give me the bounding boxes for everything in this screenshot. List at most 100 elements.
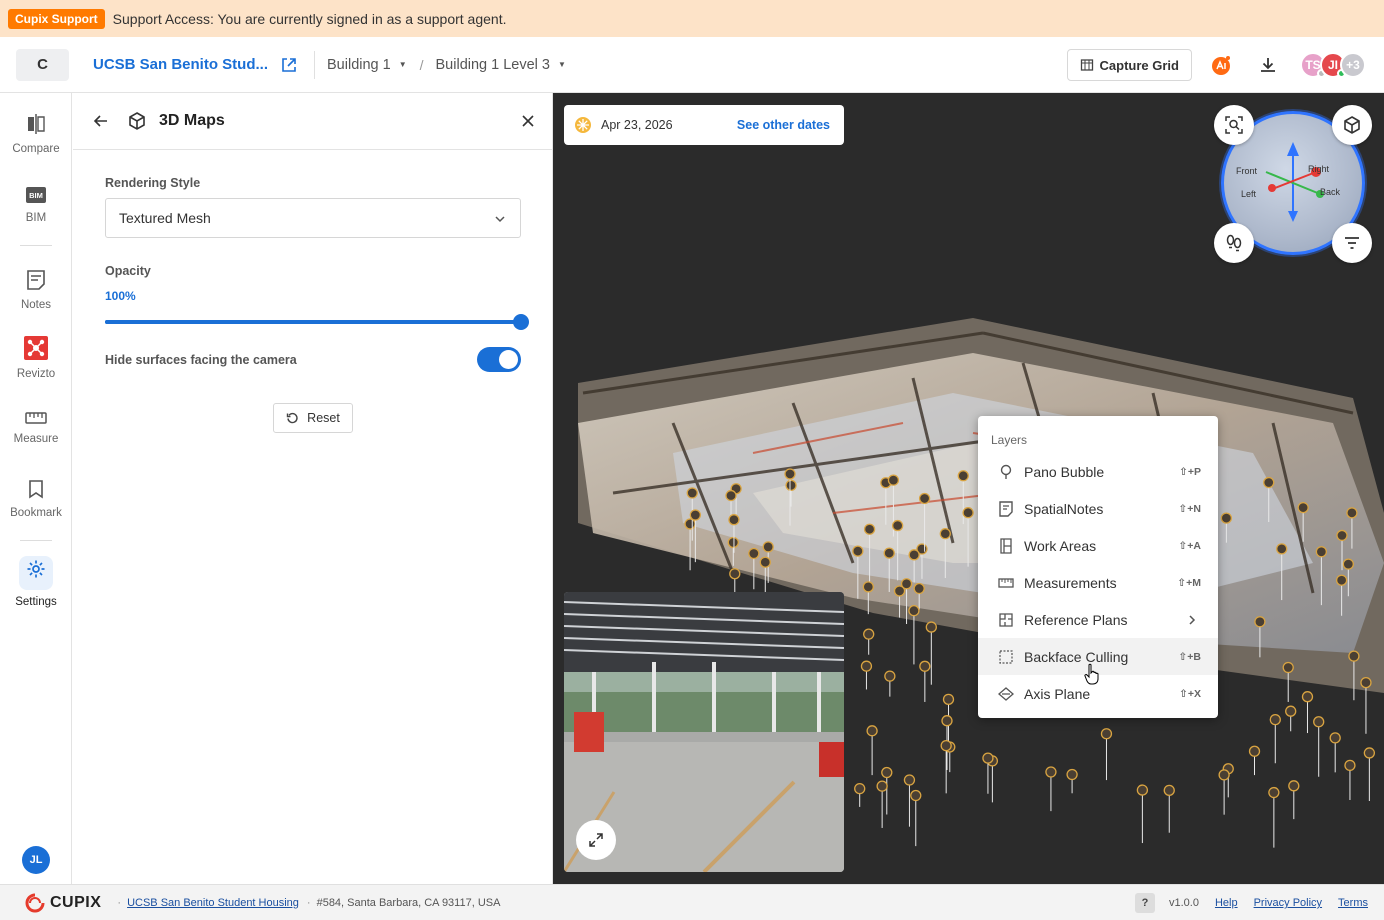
pano-bubble-pin[interactable] <box>941 715 953 727</box>
pano-bubble-pin[interactable] <box>784 468 796 480</box>
pano-bubble-pin[interactable] <box>940 739 952 752</box>
pano-bubble-pin[interactable] <box>725 489 737 502</box>
pano-bubble-pin[interactable] <box>759 556 771 568</box>
back-arrow-icon[interactable] <box>93 113 109 129</box>
help-link[interactable]: Help <box>1215 897 1238 909</box>
zoom-search-button[interactable] <box>1214 105 1254 145</box>
pano-bubble-pin[interactable] <box>1344 759 1356 772</box>
reset-button[interactable]: Reset <box>273 403 353 433</box>
layer-item-spatialnotes[interactable]: SpatialNotes ⇧+N <box>978 490 1218 527</box>
pano-preview[interactable] <box>564 592 844 872</box>
collaborator-avatars[interactable]: TS JI +3 <box>1300 52 1366 78</box>
ai-assistant-icon[interactable] <box>1210 54 1232 76</box>
layer-item-pano-bubble[interactable]: Pano Bubble ⇧+P <box>978 453 1218 490</box>
pano-bubble-pin[interactable] <box>982 752 994 764</box>
pano-bubble-pin[interactable] <box>1066 768 1078 781</box>
layer-item-reference-plans[interactable]: Reference Plans <box>978 601 1218 638</box>
pano-bubble-pin[interactable] <box>913 582 925 595</box>
3d-view-button[interactable] <box>1332 105 1372 145</box>
close-icon[interactable] <box>521 114 535 128</box>
pano-bubble-pin[interactable] <box>1363 747 1376 759</box>
pano-bubble-pin[interactable] <box>1100 728 1113 740</box>
pano-bubble-pin[interactable] <box>686 487 698 499</box>
pano-bubble-pin[interactable] <box>903 774 916 786</box>
pano-bubble-pin[interactable] <box>957 470 969 482</box>
layer-item-work-areas[interactable]: Work Areas ⇧+A <box>978 527 1218 564</box>
pano-bubble-pin[interactable] <box>887 474 900 486</box>
3d-viewer[interactable]: Apr 23, 2026 See other dates Front Right… <box>553 93 1384 884</box>
project-name[interactable]: UCSB San Benito Stud... <box>93 56 268 73</box>
pano-bubble-pin[interactable] <box>1346 507 1358 519</box>
pano-bubble-pin[interactable] <box>919 660 931 672</box>
pano-bubble-pin[interactable] <box>1329 732 1341 744</box>
pano-bubble-pin[interactable] <box>1335 574 1348 586</box>
avatar-overflow-count[interactable]: +3 <box>1340 52 1366 78</box>
rail-item-bim[interactable]: BIM BIM <box>0 186 72 224</box>
pano-bubble-pin[interactable] <box>729 568 741 580</box>
pano-bubble-pin[interactable] <box>942 693 955 705</box>
pano-bubble-pin[interactable] <box>1360 676 1372 689</box>
pano-bubble-pin[interactable] <box>910 789 922 802</box>
pano-bubble-pin[interactable] <box>862 581 874 593</box>
pano-bubble-pin[interactable] <box>1263 476 1275 489</box>
pano-bubble-pin[interactable] <box>1342 558 1354 570</box>
pano-bubble-pin[interactable] <box>852 545 864 557</box>
pano-bubble-pin[interactable] <box>1045 766 1057 778</box>
pano-bubble-pin[interactable] <box>1285 705 1297 717</box>
pano-bubble-pin[interactable] <box>925 621 937 633</box>
rail-item-revizto[interactable]: Revizto <box>0 336 72 380</box>
pano-bubble-pin[interactable] <box>939 528 951 540</box>
pano-bubble-pin[interactable] <box>1282 661 1294 674</box>
pano-bubble-pin[interactable] <box>908 549 920 561</box>
pano-bubble-pin[interactable] <box>884 670 896 682</box>
pano-bubble-pin[interactable] <box>1315 546 1328 558</box>
pano-bubble-pin[interactable] <box>854 782 866 795</box>
see-other-dates-link[interactable]: See other dates <box>737 118 830 132</box>
user-avatar[interactable]: JL <box>22 846 50 874</box>
opacity-slider-thumb[interactable] <box>513 314 529 330</box>
pano-bubble-pin[interactable] <box>689 509 701 521</box>
expand-pano-button[interactable] <box>576 820 616 860</box>
help-question-icon[interactable]: ? <box>1134 893 1155 913</box>
pano-bubble-pin[interactable] <box>1136 784 1149 796</box>
capture-grid-button[interactable]: Capture Grid <box>1066 49 1192 81</box>
pano-bubble-pin[interactable] <box>860 660 873 672</box>
pano-bubble-pin[interactable] <box>908 605 920 617</box>
rail-item-compare[interactable]: Compare <box>0 113 72 155</box>
pano-bubble-pin[interactable] <box>1276 543 1288 555</box>
rail-item-measure[interactable]: Measure <box>0 411 72 445</box>
opacity-slider[interactable] <box>105 314 529 330</box>
pano-bubble-pin[interactable] <box>881 766 893 779</box>
download-icon[interactable] <box>1258 55 1278 75</box>
rail-item-bookmark[interactable]: Bookmark <box>0 479 72 519</box>
pano-bubble-pin[interactable] <box>1313 716 1325 728</box>
pano-bubble-pin[interactable] <box>1301 691 1314 703</box>
pano-bubble-pin[interactable] <box>1163 784 1175 796</box>
pano-bubble-pin[interactable] <box>900 578 913 590</box>
external-link-icon[interactable] <box>280 56 298 74</box>
pano-bubble-pin[interactable] <box>727 536 739 549</box>
pano-bubble-pin[interactable] <box>883 547 895 559</box>
org-switcher[interactable]: C <box>16 48 69 81</box>
pano-bubble-pin[interactable] <box>1348 650 1360 662</box>
project-link[interactable]: UCSB San Benito Student Housing <box>127 897 299 909</box>
walk-mode-button[interactable] <box>1214 223 1254 263</box>
hide-surfaces-toggle[interactable] <box>477 347 521 372</box>
layer-item-measurements[interactable]: Measurements ⇧+M <box>978 564 1218 601</box>
pano-bubble-pin[interactable] <box>1268 786 1280 799</box>
pano-bubble-pin[interactable] <box>785 479 797 491</box>
pano-bubble-pin[interactable] <box>762 541 774 553</box>
privacy-policy-link[interactable]: Privacy Policy <box>1254 897 1322 909</box>
pano-bubble-pin[interactable] <box>876 780 888 792</box>
rail-item-settings[interactable]: Settings <box>0 556 72 608</box>
layers-filter-button[interactable] <box>1332 223 1372 263</box>
pano-bubble-pin[interactable] <box>918 492 931 505</box>
pano-bubble-pin[interactable] <box>1269 713 1281 726</box>
terms-link[interactable]: Terms <box>1338 897 1368 909</box>
rendering-style-select[interactable]: Textured Mesh <box>105 198 521 238</box>
pano-bubble-pin[interactable] <box>1218 769 1230 781</box>
pano-bubble-pin[interactable] <box>1336 529 1348 542</box>
pano-bubble-pin[interactable] <box>1248 745 1261 757</box>
pano-bubble-pin[interactable] <box>1254 616 1266 628</box>
pano-bubble-pin[interactable] <box>1288 780 1300 792</box>
